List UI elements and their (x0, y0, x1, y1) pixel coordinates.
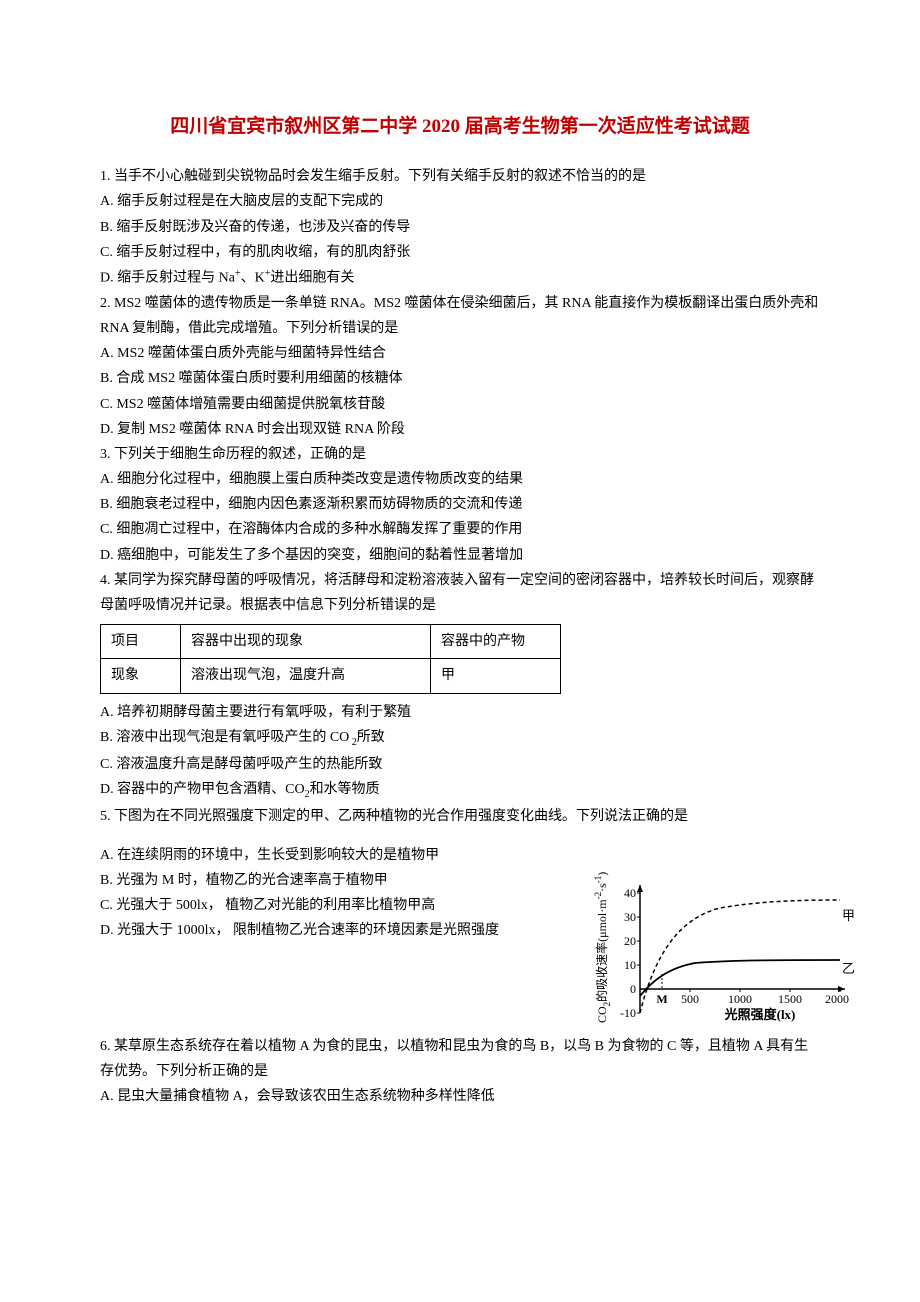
xtick-1500: 1500 (778, 992, 802, 1006)
table-cell: 甲 (431, 659, 561, 693)
q5-options-wrap: A. 在连续阴雨的环境中，生长受到影响较大的是植物甲 B. 光强为 M 时，植物… (100, 843, 820, 944)
xtick-1000: 1000 (728, 992, 752, 1006)
q4-option-b: B. 溶液中出现气泡是有氧呼吸产生的 CO 2所致 (100, 725, 820, 752)
q2-option-d: D. 复制 MS2 噬菌体 RNA 时会出现双链 RNA 阶段 (100, 417, 820, 442)
xlabel: 光照强度(lx) (724, 1007, 796, 1022)
q4-b-post: 所致 (357, 730, 385, 745)
q5-stem: 5. 下图为在不同光照强度下测定的甲、乙两种植物的光合作用强度变化曲线。下列说法… (100, 804, 820, 829)
ytick-40: 40 (624, 886, 636, 900)
table-cell: 溶液出现气泡，温度升高 (181, 659, 431, 693)
q1-d-text-mid: 、K (241, 271, 265, 286)
ytick-10: 10 (624, 958, 636, 972)
series-jia-label: 甲 (842, 908, 855, 923)
xtick-m: M (656, 992, 667, 1006)
ylabel-end: ) (595, 871, 609, 875)
table-cell: 项目 (101, 625, 181, 659)
table-row: 现象 溶液出现气泡，温度升高 甲 (101, 659, 561, 693)
q2-option-a: A. MS2 噬菌体蛋白质外壳能与细菌特异性结合 (100, 341, 820, 366)
ytick-neg10: -10 (620, 1006, 636, 1020)
q6-option-a: A. 昆虫大量捕食植物 A，会导致该农田生态系统物种多样性降低 (100, 1084, 820, 1109)
ylabel-sup1: -2 (593, 892, 603, 900)
series-yi-label: 乙 (842, 961, 855, 976)
exam-title: 四川省宜宾市叙州区第二中学 2020 届高考生物第一次适应性考试试题 (100, 110, 820, 144)
q3-option-d: D. 癌细胞中，可能发生了多个基因的突变，细胞间的黏着性显著增加 (100, 543, 820, 568)
x-ticks: M 500 1000 1500 2000 (656, 989, 849, 1006)
q2-option-c: C. MS2 噬菌体增殖需要由细菌提供脱氧核苷酸 (100, 392, 820, 417)
q5-option-a: A. 在连续阴雨的环境中，生长受到影响较大的是植物甲 (100, 843, 820, 868)
q1-option-a: A. 缩手反射过程是在大脑皮层的支配下完成的 (100, 189, 820, 214)
table-cell: 容器中出现的现象 (181, 625, 431, 659)
q4-b-pre: B. 溶液中出现气泡是有氧呼吸产生的 CO (100, 730, 349, 745)
table-row: 项目 容器中出现的现象 容器中的产物 (101, 625, 561, 659)
table-cell: 容器中的产物 (431, 625, 561, 659)
q1-option-b: B. 缩手反射既涉及兴奋的传递，也涉及兴奋的传导 (100, 215, 820, 240)
q4-d-pre: D. 容器中的产物甲包含酒精、CO (100, 782, 305, 797)
q3-option-c: C. 细胞凋亡过程中，在溶酶体内合成的多种水解酶发挥了重要的作用 (100, 517, 820, 542)
q4-table: 项目 容器中出现的现象 容器中的产物 现象 溶液出现气泡，温度升高 甲 (100, 624, 561, 693)
arrow-up-icon (637, 885, 643, 892)
q4-d-post: 和水等物质 (310, 782, 380, 797)
q1-d-text-pre: D. 缩手反射过程与 Na (100, 271, 235, 286)
q1-stem: 1. 当手不小心触碰到尖锐物品时会发生缩手反射。下列有关缩手反射的叙述不恰当的的… (100, 164, 820, 189)
svg-text:CO2的吸收速率(μmol·m-2·s-1): CO2的吸收速率(μmol·m-2·s-1) (593, 871, 612, 1022)
y-ticks: -10 0 10 20 30 40 (620, 886, 640, 1020)
q2-option-b: B. 合成 MS2 噬菌体蛋白质时要利用细菌的核糖体 (100, 366, 820, 391)
q1-option-d: D. 缩手反射过程与 Na+、K+进出细胞有关 (100, 265, 820, 291)
q4-stem: 4. 某同学为探究酵母菌的呼吸情况，将活酵母和淀粉溶液装入留有一定空间的密闭容器… (100, 568, 820, 618)
q3-option-a: A. 细胞分化过程中，细胞膜上蛋白质种类改变是遗传物质改变的结果 (100, 467, 820, 492)
table-cell: 现象 (101, 659, 181, 693)
q3-stem: 3. 下列关于细胞生命历程的叙述，正确的是 (100, 442, 820, 467)
xtick-2000: 2000 (825, 992, 849, 1006)
xtick-500: 500 (681, 992, 699, 1006)
q2-stem: 2. MS2 噬菌体的遗传物质是一条单链 RNA。MS2 噬菌体在侵染细菌后，其… (100, 291, 820, 341)
q3-option-b: B. 细胞衰老过程中，细胞内因色素逐渐积累而妨碍物质的交流和传递 (100, 492, 820, 517)
ylabel-mid: ·s (595, 883, 609, 892)
ytick-0: 0 (630, 982, 636, 996)
q5-chart: CO2的吸收速率(μmol·m-2·s-1) -10 0 10 20 30 40 (590, 873, 850, 1063)
ylabel-sup2: -1 (593, 875, 603, 883)
q4-option-c: C. 溶液温度升高是酵母菌呼吸产生的热能所致 (100, 752, 820, 777)
ytick-30: 30 (624, 910, 636, 924)
q4-option-a: A. 培养初期酵母菌主要进行有氧呼吸，有利于繁殖 (100, 700, 820, 725)
subscript-2: 2 (349, 737, 357, 748)
q1-option-c: C. 缩手反射过程中，有的肌肉收缩，有的肌肉舒张 (100, 240, 820, 265)
ytick-20: 20 (624, 934, 636, 948)
ylabel-post: 的吸收速率(μmol·m (594, 898, 609, 1001)
q1-d-text-post: 进出细胞有关 (270, 271, 354, 286)
q4-option-d: D. 容器中的产物甲包含酒精、CO2和水等物质 (100, 777, 820, 804)
ylabel-pre: CO (595, 1006, 609, 1023)
